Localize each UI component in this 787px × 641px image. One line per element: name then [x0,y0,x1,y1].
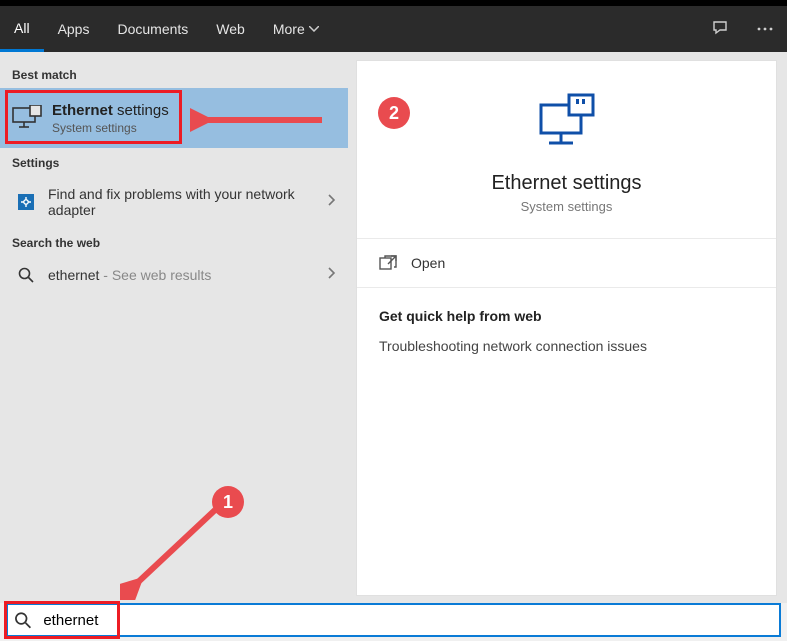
tab-more-label: More [273,21,305,37]
settings-result-text: Find and fix problems with your network … [48,186,328,218]
search-web-label: Search the web [0,228,348,256]
web-result-suffix: - See web results [99,267,211,283]
troubleshoot-icon [12,193,40,211]
settings-section-label: Settings [0,148,348,176]
more-options-icon[interactable] [743,6,787,52]
web-result-text: ethernet - See web results [48,267,328,283]
tab-documents[interactable]: Documents [103,6,202,52]
search-bar[interactable] [6,603,781,637]
best-match-subtitle: System settings [52,121,169,135]
tab-more[interactable]: More [259,6,333,52]
preview-subtitle: System settings [367,199,766,214]
tab-web[interactable]: Web [202,6,259,52]
search-icon [12,267,40,283]
search-icon [14,611,31,629]
open-icon [379,255,397,271]
chevron-down-icon [309,26,319,32]
monitor-icon [10,101,44,135]
chevron-right-icon [328,193,336,211]
tab-all[interactable]: All [0,6,44,52]
tab-apps[interactable]: Apps [44,6,104,52]
settings-result-troubleshoot[interactable]: Find and fix problems with your network … [0,176,348,228]
chevron-right-icon [328,266,336,284]
best-match-result[interactable]: Ethernet settings System settings [0,88,348,148]
preview-open-label: Open [411,255,445,271]
preview-help-header: Get quick help from web [379,308,754,324]
results-panel: Best match Ethernet settings System sett… [0,52,348,603]
preview-open-action[interactable]: Open [357,239,776,288]
best-match-title: Ethernet settings [52,102,169,119]
web-result-item[interactable]: ethernet - See web results [0,256,348,294]
search-filter-tabs: All Apps Documents Web More [0,6,787,52]
best-match-label: Best match [0,60,348,88]
ethernet-large-icon [533,93,601,149]
preview-panel: Ethernet settings System settings Open G… [356,60,777,596]
best-match-title-bold: Ethernet [52,102,113,119]
preview-help-link[interactable]: Troubleshooting network connection issue… [379,338,754,354]
search-input[interactable] [41,611,773,630]
web-result-term: ethernet [48,267,99,283]
preview-title: Ethernet settings [367,172,766,195]
best-match-title-rest: settings [113,102,169,119]
feedback-icon[interactable] [699,6,743,52]
